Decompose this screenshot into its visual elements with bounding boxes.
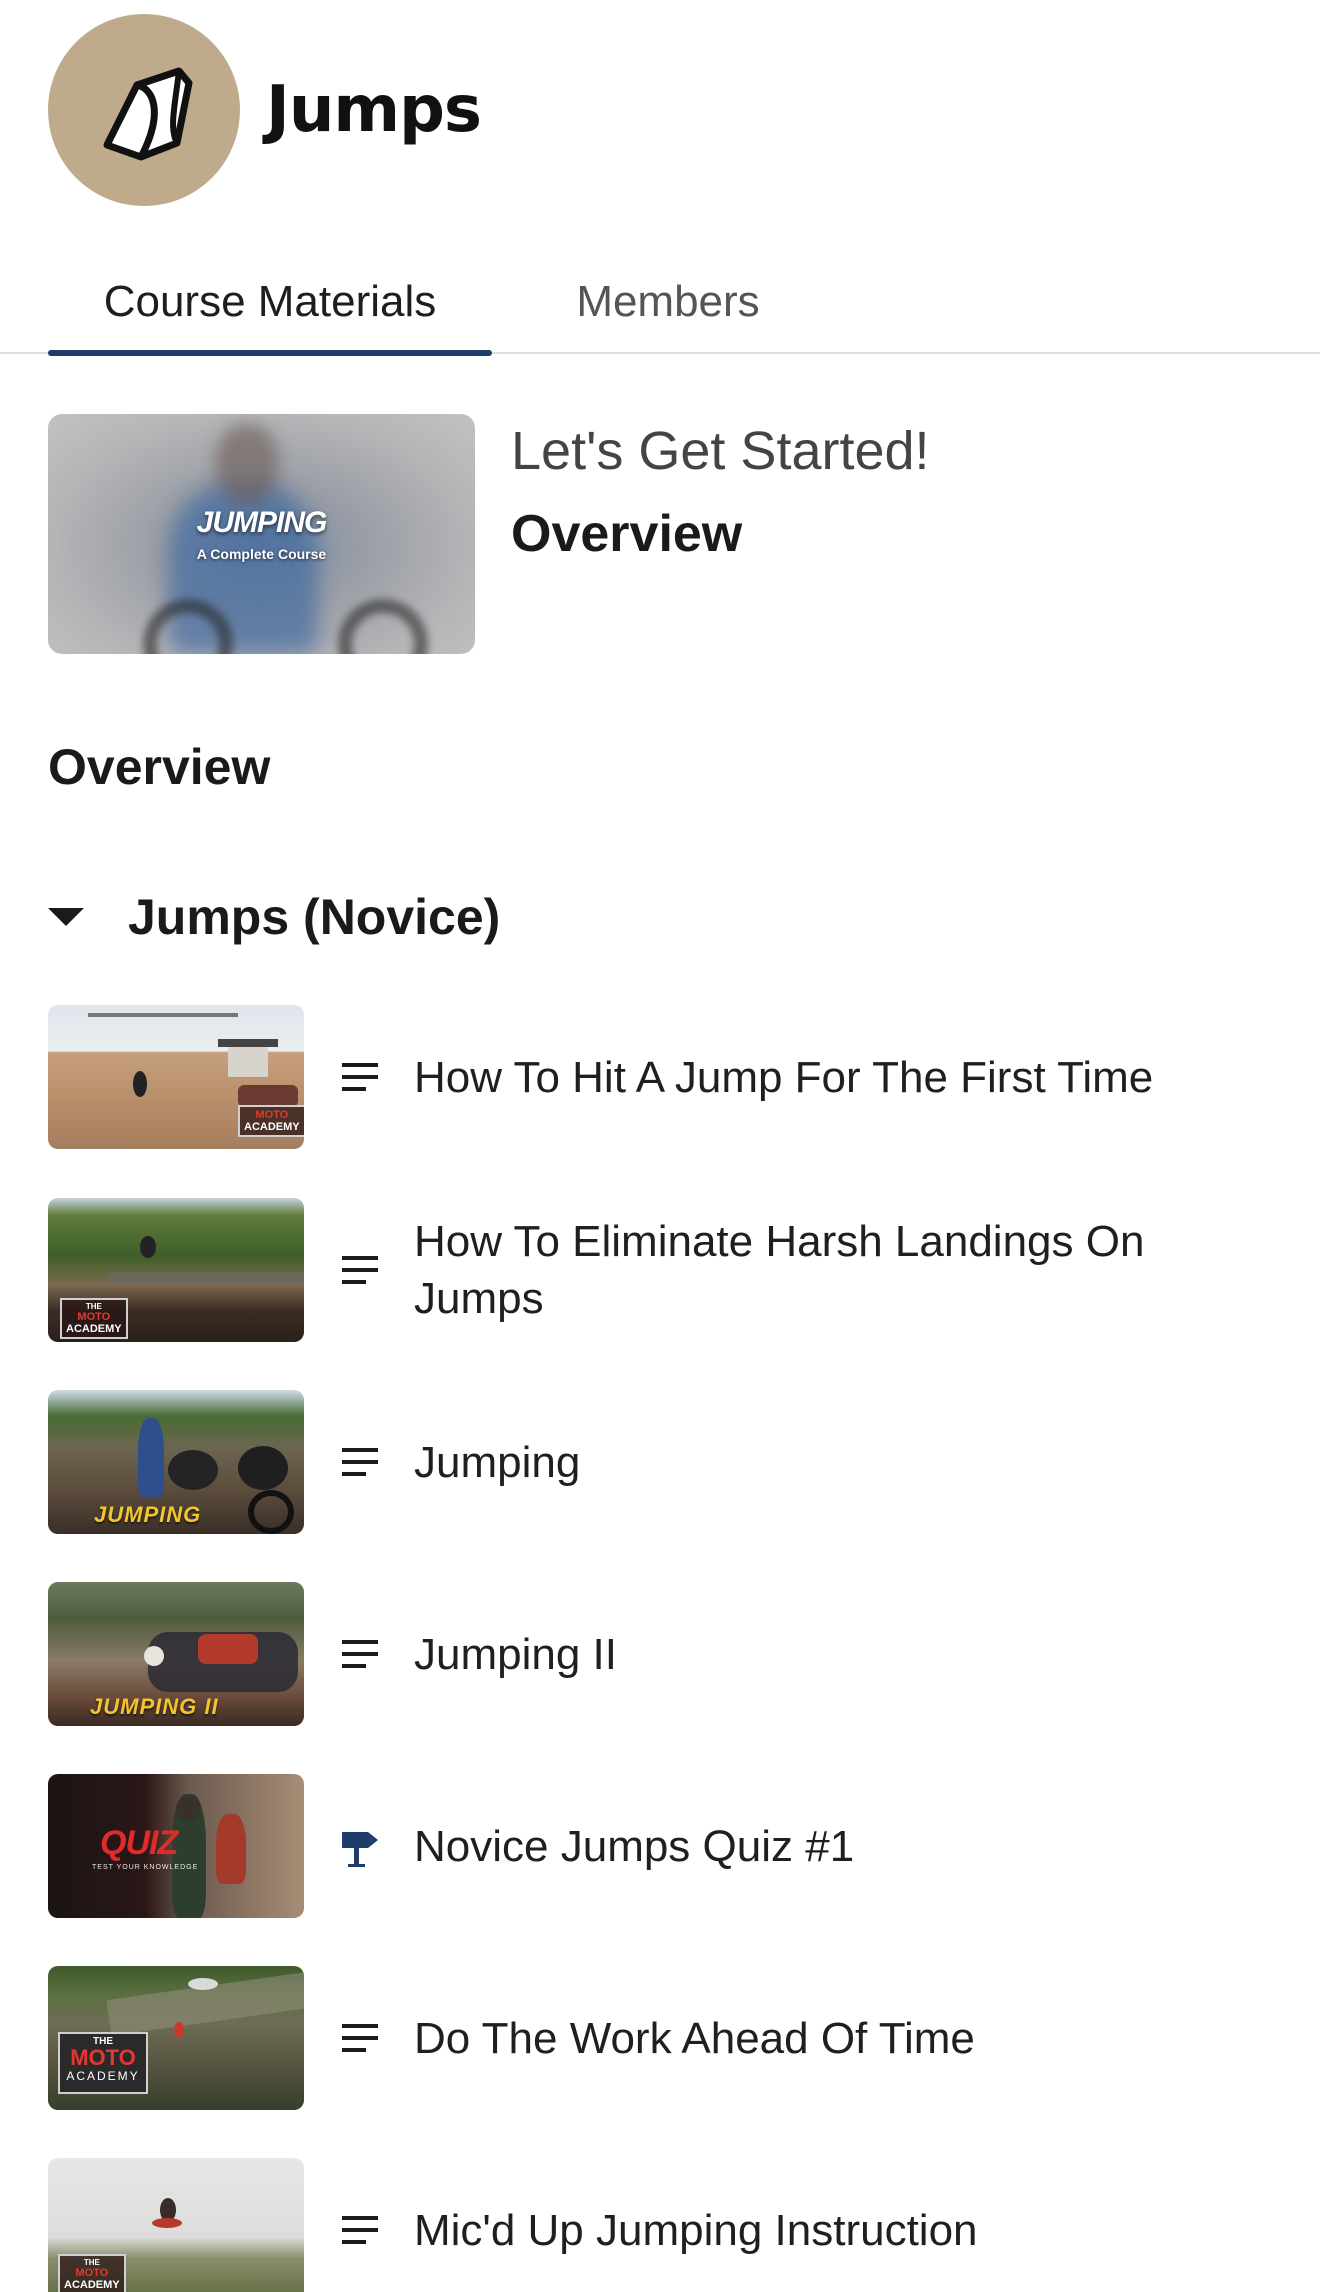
lines-icon — [338, 2021, 382, 2055]
lesson-thumbnail[interactable]: JUMPING — [48, 1390, 304, 1534]
lesson-thumbnail[interactable]: THE MOTO ACADEMY — [48, 2158, 304, 2292]
lines-icon — [338, 1253, 382, 1287]
lines-icon — [338, 1445, 382, 1479]
lesson-thumbnail[interactable]: THE MOTO ACADEMY — [48, 1966, 304, 2110]
tab-bar: Course Materials Members — [0, 250, 1320, 356]
lines-icon — [338, 1060, 382, 1094]
featured-item[interactable]: JUMPING A Complete Course Let's Get Star… — [48, 414, 930, 654]
lesson-item[interactable]: THE MOTO ACADEMY How To Eliminate Harsh … — [48, 1198, 1288, 1342]
lesson-thumbnail[interactable]: QUIZ TEST YOUR KNOWLEDGE — [48, 1774, 304, 1918]
lesson-item[interactable]: QUIZ TEST YOUR KNOWLEDGE Novice Jumps Qu… — [48, 1774, 1288, 1918]
featured-thumb-title: JUMPING — [196, 506, 328, 539]
signpost-icon — [338, 1824, 382, 1868]
lesson-item[interactable]: THE MOTO ACADEMY Do The Work Ahead Of Ti… — [48, 1966, 1288, 2110]
lesson-thumbnail[interactable]: MOTO ACADEMY — [48, 1005, 304, 1149]
lesson-title[interactable]: Do The Work Ahead Of Time — [414, 2010, 1174, 2067]
lesson-item[interactable]: MOTO ACADEMY How To Hit A Jump For The F… — [48, 1005, 1288, 1149]
lesson-item[interactable]: JUMPING II Jumping II — [48, 1582, 1288, 1726]
course-title: Jumps — [266, 73, 482, 147]
featured-thumb-subtitle: A Complete Course — [196, 546, 327, 562]
section-title: Overview — [48, 739, 271, 795]
lesson-thumbnail[interactable]: JUMPING II — [48, 1582, 304, 1726]
lesson-thumbnail[interactable]: THE MOTO ACADEMY — [48, 1198, 304, 1342]
group-header[interactable]: Jumps (Novice) — [48, 888, 500, 946]
lesson-title[interactable]: Mic'd Up Jumping Instruction — [414, 2202, 1174, 2259]
lesson-title[interactable]: Jumping II — [414, 1626, 1174, 1683]
moto-academy-badge: THE MOTO ACADEMY — [58, 2254, 126, 2292]
lines-icon — [338, 1637, 382, 1671]
lesson-item[interactable]: THE MOTO ACADEMY Mic'd Up Jumping Instru… — [48, 2158, 1288, 2292]
moto-academy-badge: THE MOTO ACADEMY — [60, 1298, 128, 1339]
course-header: Jumps — [48, 14, 482, 206]
ramp-icon — [103, 67, 193, 161]
group-title[interactable]: Jumps (Novice) — [128, 888, 500, 946]
lesson-item[interactable]: JUMPING Jumping — [48, 1390, 1288, 1534]
tab-course-materials[interactable]: Course Materials — [48, 250, 492, 356]
lesson-title[interactable]: Novice Jumps Quiz #1 — [414, 1818, 1174, 1875]
lesson-title[interactable]: How To Eliminate Harsh Landings On Jumps — [414, 1213, 1174, 1327]
featured-kicker: Let's Get Started! — [511, 421, 930, 481]
moto-academy-badge: THE MOTO ACADEMY — [58, 2032, 148, 2094]
featured-title[interactable]: Overview — [511, 504, 930, 564]
thumb-sublabel: TEST YOUR KNOWLEDGE — [92, 1864, 199, 1871]
lesson-title[interactable]: How To Hit A Jump For The First Time — [414, 1049, 1174, 1106]
course-avatar — [48, 14, 240, 206]
caret-down-icon[interactable] — [48, 908, 84, 926]
lesson-title[interactable]: Jumping — [414, 1434, 1174, 1491]
thumb-label: QUIZ — [100, 1824, 178, 1862]
featured-thumbnail[interactable]: JUMPING A Complete Course — [48, 414, 475, 654]
thumb-label: JUMPING — [94, 1502, 202, 1527]
lines-icon — [338, 2213, 382, 2247]
thumb-label: JUMPING II — [90, 1694, 219, 1719]
tab-members[interactable]: Members — [540, 250, 796, 354]
moto-academy-badge: MOTO ACADEMY — [238, 1105, 304, 1137]
